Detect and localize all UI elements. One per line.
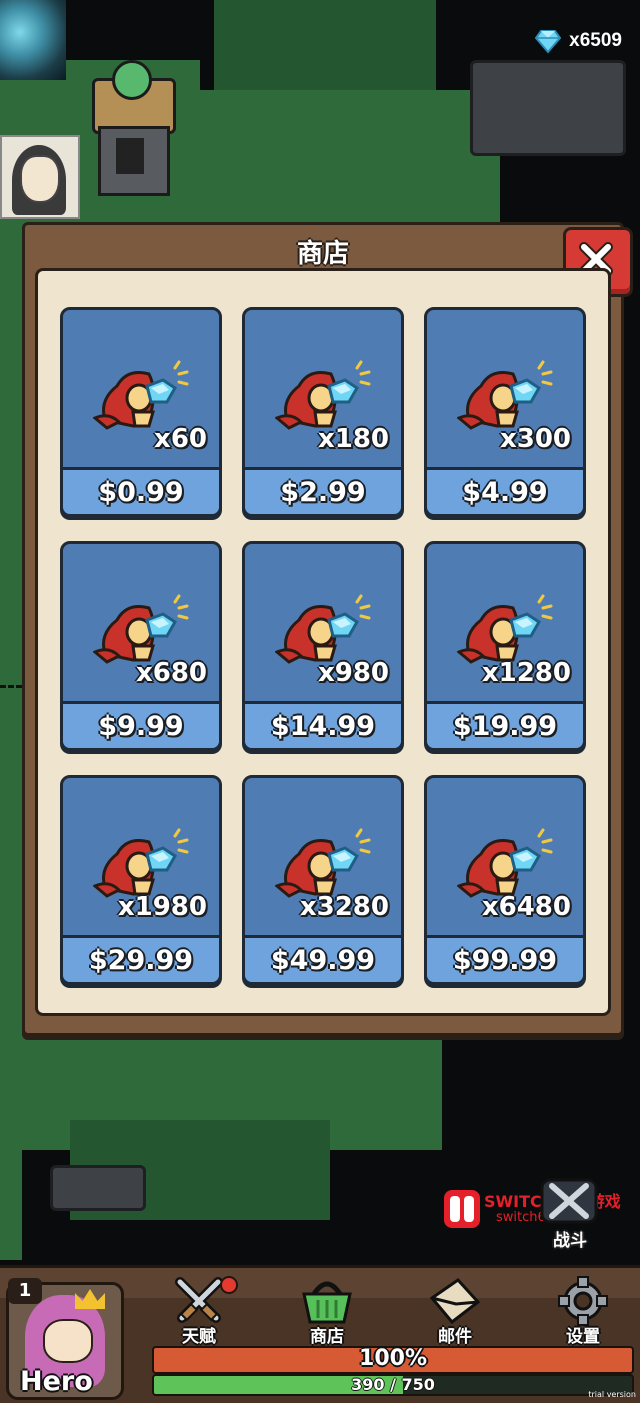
price-label: $14.99 bbox=[270, 711, 376, 742]
gem-quantity: x180 bbox=[317, 424, 389, 454]
shop-dialog: 商店 x60 $0.99 x180 $2.99 x300 $4.99 x680 … bbox=[22, 222, 633, 1036]
crossed-swords-icon bbox=[175, 1277, 223, 1323]
battle-button[interactable]: 战斗 bbox=[528, 1176, 612, 1251]
gem-quantity: x6480 bbox=[481, 892, 571, 922]
health-text: 100% bbox=[359, 1346, 427, 1371]
dialog-title: 商店 bbox=[296, 239, 349, 269]
gem-pack-card-1[interactable]: x60 $0.99 bbox=[60, 307, 222, 517]
gem-quantity: x60 bbox=[154, 424, 207, 454]
price-label: $29.99 bbox=[88, 945, 194, 976]
price-label: $19.99 bbox=[452, 711, 558, 742]
nav-mail[interactable]: 邮件 bbox=[410, 1274, 500, 1347]
battle-label: 战斗 bbox=[553, 1231, 587, 1251]
shopping-basket-icon bbox=[302, 1281, 352, 1324]
gem-quantity: x980 bbox=[317, 658, 389, 688]
gem-quantity: x300 bbox=[499, 424, 571, 454]
hero-name: Hero bbox=[20, 1366, 93, 1397]
console-logo-icon bbox=[444, 1190, 480, 1228]
stone-tower bbox=[86, 60, 178, 200]
gem-pack-card-2[interactable]: x180 $2.99 bbox=[242, 307, 404, 517]
price-label: $4.99 bbox=[462, 477, 548, 508]
gem-quantity: x3280 bbox=[299, 892, 389, 922]
gem-pack-card-8[interactable]: x3280 $49.99 bbox=[242, 775, 404, 985]
gem-pack-card-3[interactable]: x300 $4.99 bbox=[424, 307, 586, 517]
shop-grid: x60 $0.99 x180 $2.99 x300 $4.99 x680 $9.… bbox=[35, 268, 611, 1016]
experience-text: 390 / 750 bbox=[351, 1375, 435, 1394]
price-label: $2.99 bbox=[280, 477, 366, 508]
nav-settings[interactable]: 设置 bbox=[538, 1274, 628, 1347]
nav-settings-label: 设置 bbox=[566, 1327, 600, 1347]
gem-amount: x6509 bbox=[569, 30, 622, 51]
gem-counter: x6509 bbox=[535, 24, 622, 58]
nav-mail-label: 邮件 bbox=[438, 1327, 472, 1347]
health-bar: 100% bbox=[152, 1346, 634, 1374]
price-label: $0.99 bbox=[98, 477, 184, 508]
trial-version-label: trial version bbox=[588, 1390, 636, 1399]
gem-quantity: x680 bbox=[135, 658, 207, 688]
experience-bar: 390 / 750 bbox=[152, 1374, 634, 1396]
price-label: $49.99 bbox=[270, 945, 376, 976]
gem-pack-card-4[interactable]: x680 $9.99 bbox=[60, 541, 222, 751]
gem-pack-card-6[interactable]: x1280 $19.99 bbox=[424, 541, 586, 751]
price-label: $99.99 bbox=[452, 945, 558, 976]
nav-talent-label: 天赋 bbox=[182, 1327, 216, 1347]
gem-pack-card-9[interactable]: x6480 $99.99 bbox=[424, 775, 586, 985]
notification-dot bbox=[220, 1276, 238, 1294]
envelope-icon bbox=[429, 1278, 481, 1325]
bottom-hud: 1 Hero 天赋 商店 邮件 设置 100% 390 / 750 bbox=[0, 1265, 640, 1403]
price-label: $9.99 bbox=[98, 711, 184, 742]
crystal-decoration bbox=[0, 0, 66, 80]
nav-shop[interactable]: 商店 bbox=[282, 1274, 372, 1347]
hero-level-badge: 1 bbox=[8, 1278, 42, 1304]
crown-icon bbox=[75, 1289, 105, 1309]
gem-quantity: x1980 bbox=[117, 892, 207, 922]
gem-pack-card-7[interactable]: x1980 $29.99 bbox=[60, 775, 222, 985]
nav-shop-label: 商店 bbox=[310, 1327, 344, 1347]
gem-quantity: x1280 bbox=[481, 658, 571, 688]
npc-portrait[interactable] bbox=[0, 135, 80, 219]
gear-icon bbox=[558, 1276, 608, 1326]
diamond-icon bbox=[535, 30, 562, 54]
gem-pack-card-5[interactable]: x980 $14.99 bbox=[242, 541, 404, 751]
crossed-swords-icon bbox=[540, 1178, 598, 1224]
